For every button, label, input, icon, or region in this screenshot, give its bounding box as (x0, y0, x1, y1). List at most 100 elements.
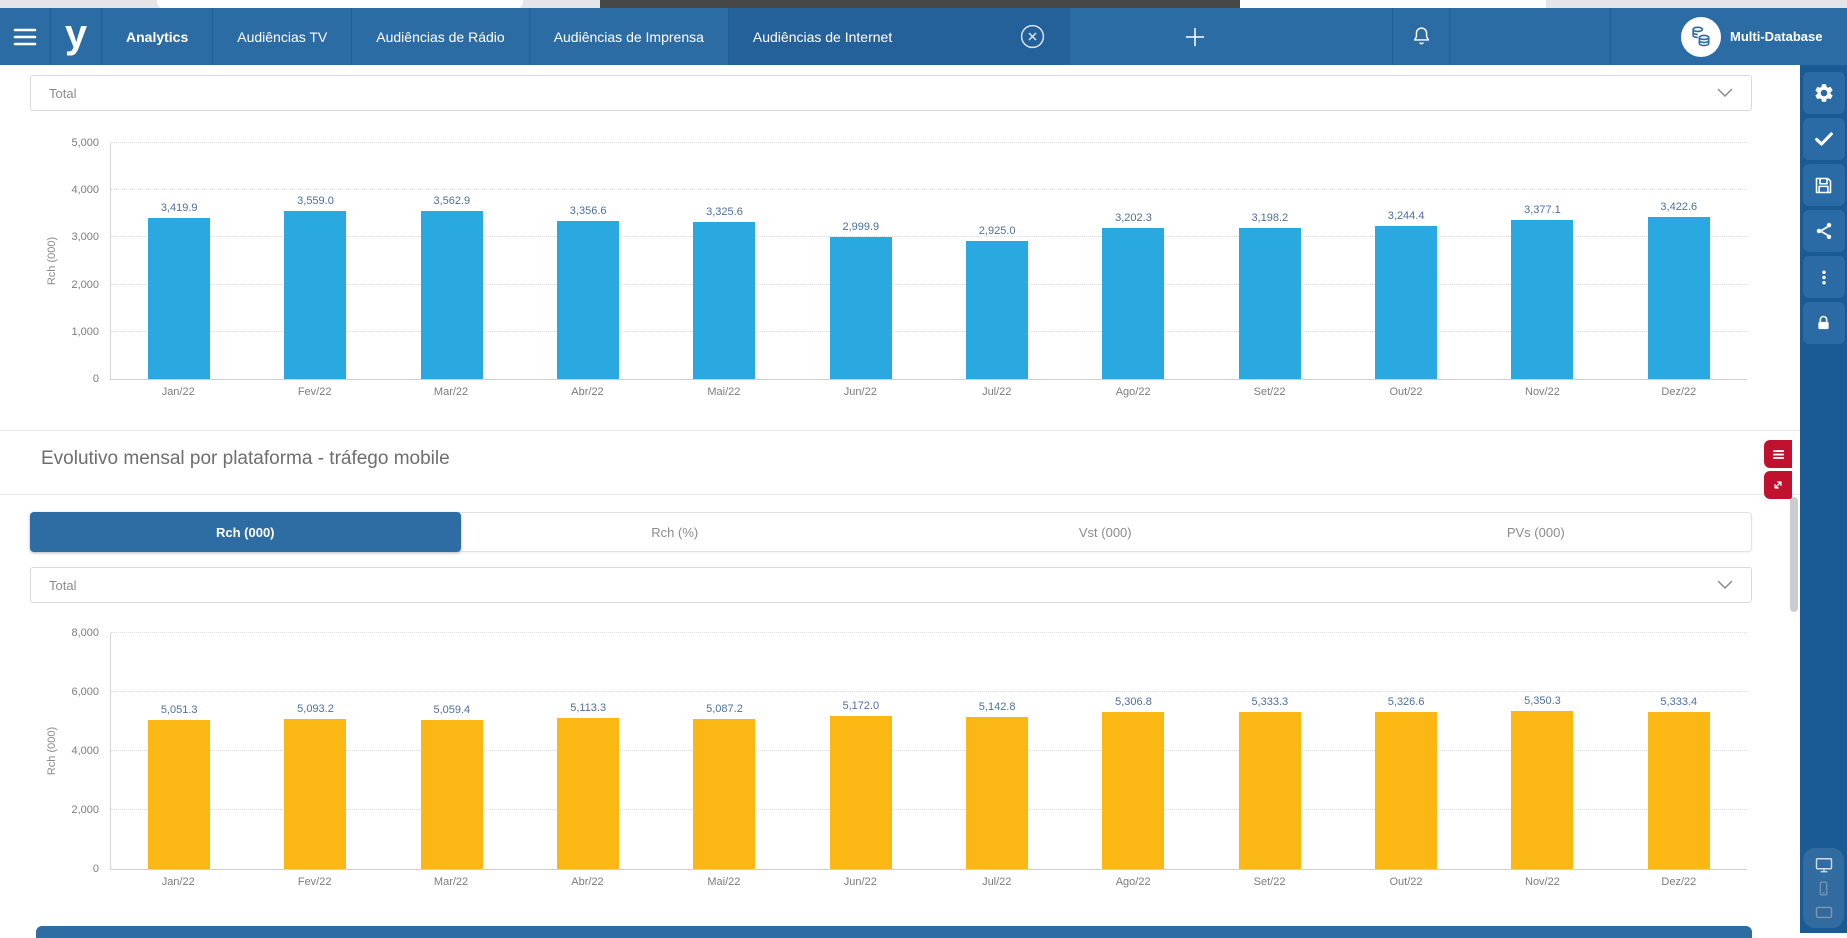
y-axis-tick-label: 3,000 (51, 231, 99, 243)
bar[interactable] (1511, 220, 1573, 379)
bar-value-label: 3,356.6 (570, 205, 607, 217)
bar[interactable] (1375, 226, 1437, 379)
close-tab-icon[interactable] (1019, 23, 1046, 50)
y-axis-tick-label: 0 (51, 373, 99, 385)
data-table-button[interactable] (1764, 440, 1792, 468)
lock-button[interactable] (1803, 302, 1845, 344)
bar[interactable] (1102, 712, 1164, 869)
tab-analytics[interactable]: Analytics (102, 8, 213, 65)
x-axis-tick-label: Nov/22 (1474, 386, 1610, 398)
metric-tab-rch-000[interactable]: Rch (000) (30, 512, 461, 552)
bar[interactable] (966, 241, 1028, 379)
x-axis-tick-label: Abr/22 (519, 386, 655, 398)
bar[interactable] (693, 222, 755, 379)
phone-icon[interactable] (1815, 880, 1832, 897)
tab-audiencias-internet[interactable]: Audiências de Internet (729, 8, 1070, 65)
bar-value-label: 3,419.9 (161, 202, 198, 214)
tab-label: Audiências de Rádio (376, 29, 504, 45)
bar-column-jul-22: 5,142.8 (929, 633, 1065, 869)
bar-value-label: 5,326.6 (1388, 696, 1425, 708)
bar[interactable] (1511, 711, 1573, 869)
tab-label: Audiências de Internet (753, 29, 892, 45)
metric-tab-rch-pct[interactable]: Rch (%) (460, 513, 891, 551)
bar-column-mar-22: 5,059.4 (384, 633, 520, 869)
apply-button[interactable] (1803, 118, 1845, 160)
y-axis-tick-label: 4,000 (51, 745, 99, 757)
more-options-button[interactable] (1803, 256, 1845, 298)
share-button[interactable] (1803, 210, 1845, 252)
tab-audiencias-imprensa[interactable]: Audiências de Imprensa (530, 8, 729, 65)
device-preview-toggle (1803, 848, 1844, 928)
dots-icon (1815, 267, 1833, 288)
list-icon (1771, 447, 1786, 462)
bar-value-label: 3,562.9 (433, 195, 470, 207)
bar-column-mai-22: 5,087.2 (656, 633, 792, 869)
check-icon (1813, 128, 1835, 150)
expand-button[interactable] (1764, 471, 1792, 499)
bar[interactable] (148, 720, 210, 869)
tab-audiencias-radio[interactable]: Audiências de Rádio (352, 8, 529, 65)
target-filter-dropdown-2[interactable]: Total (30, 567, 1752, 603)
bar-column-fev-22: 5,093.2 (247, 633, 383, 869)
y-axis-tick-label: 2,000 (51, 279, 99, 291)
x-axis-tick-label: Ago/22 (1065, 386, 1201, 398)
x-axis-tick-label: Jul/22 (929, 386, 1065, 398)
notifications-button[interactable] (1392, 8, 1450, 65)
x-axis-tick-label: Set/22 (1201, 386, 1337, 398)
target-filter-dropdown-1[interactable]: Total (30, 75, 1752, 111)
add-tab-button[interactable] (1166, 8, 1224, 65)
desktop-icon[interactable] (1814, 855, 1834, 875)
bar-column-jun-22: 2,999.9 (793, 143, 929, 379)
bar-column-abr-22: 5,113.3 (520, 633, 656, 869)
bar-column-out-22: 3,244.4 (1338, 143, 1474, 379)
bar[interactable] (1239, 228, 1301, 379)
bar-value-label: 5,113.3 (570, 702, 606, 714)
mobile-platform-bar-chart: Rch (000)02,0004,0006,0008,0005,051.35,0… (30, 610, 1747, 905)
x-axis-tick-label: Out/22 (1338, 876, 1474, 888)
tab-audiencias-tv[interactable]: Audiências TV (213, 8, 352, 65)
save-button[interactable] (1803, 164, 1845, 206)
bar[interactable] (966, 717, 1028, 869)
bar[interactable] (1375, 712, 1437, 869)
bar-value-label: 2,999.9 (842, 221, 879, 233)
metric-tab-vst-000[interactable]: Vst (000) (890, 513, 1321, 551)
app-logo[interactable]: y (50, 8, 102, 65)
bar-column-set-22: 5,333.3 (1202, 633, 1338, 869)
hamburger-menu-button[interactable] (0, 8, 50, 65)
vertical-scrollbar-thumb[interactable] (1790, 497, 1798, 612)
bar-value-label: 5,059.4 (433, 704, 470, 716)
bar[interactable] (1239, 712, 1301, 869)
bar-column-nov-22: 5,350.3 (1474, 633, 1610, 869)
x-axis-tick-label: Ago/22 (1065, 876, 1201, 888)
x-axis-tick-label: Dez/22 (1611, 876, 1747, 888)
settings-button[interactable] (1803, 72, 1845, 114)
share-icon (1814, 221, 1834, 241)
bar[interactable] (1648, 217, 1710, 379)
bar[interactable] (148, 218, 210, 379)
bar[interactable] (421, 720, 483, 869)
bar[interactable] (1102, 228, 1164, 379)
x-axis-tick-label: Jul/22 (929, 876, 1065, 888)
bar-value-label: 3,202.3 (1115, 212, 1152, 224)
bar[interactable] (421, 211, 483, 379)
bar[interactable] (830, 716, 892, 869)
bar[interactable] (1648, 712, 1710, 869)
bar[interactable] (557, 718, 619, 869)
bar[interactable] (693, 719, 755, 869)
chevron-down-icon (1717, 88, 1733, 98)
bar[interactable] (284, 719, 346, 869)
plot-area: 01,0002,0003,0004,0005,0003,419.93,559.0… (110, 143, 1747, 380)
y-axis-tick-label: 6,000 (51, 686, 99, 698)
bar[interactable] (557, 221, 619, 379)
bar[interactable] (284, 211, 346, 379)
bar-column-mai-22: 3,325.6 (656, 143, 792, 379)
metric-tab-pvs-000[interactable]: PVs (000) (1321, 513, 1752, 551)
bar-column-mar-22: 3,562.9 (384, 143, 520, 379)
bar-value-label: 2,925.0 (979, 225, 1016, 237)
lock-icon (1814, 313, 1833, 333)
x-axis-tick-label: Out/22 (1338, 386, 1474, 398)
database-selector[interactable]: Multi-Database (1610, 8, 1847, 65)
tablet-icon[interactable] (1814, 902, 1834, 922)
browser-dark-edge (600, 0, 1240, 8)
bar[interactable] (830, 237, 892, 379)
